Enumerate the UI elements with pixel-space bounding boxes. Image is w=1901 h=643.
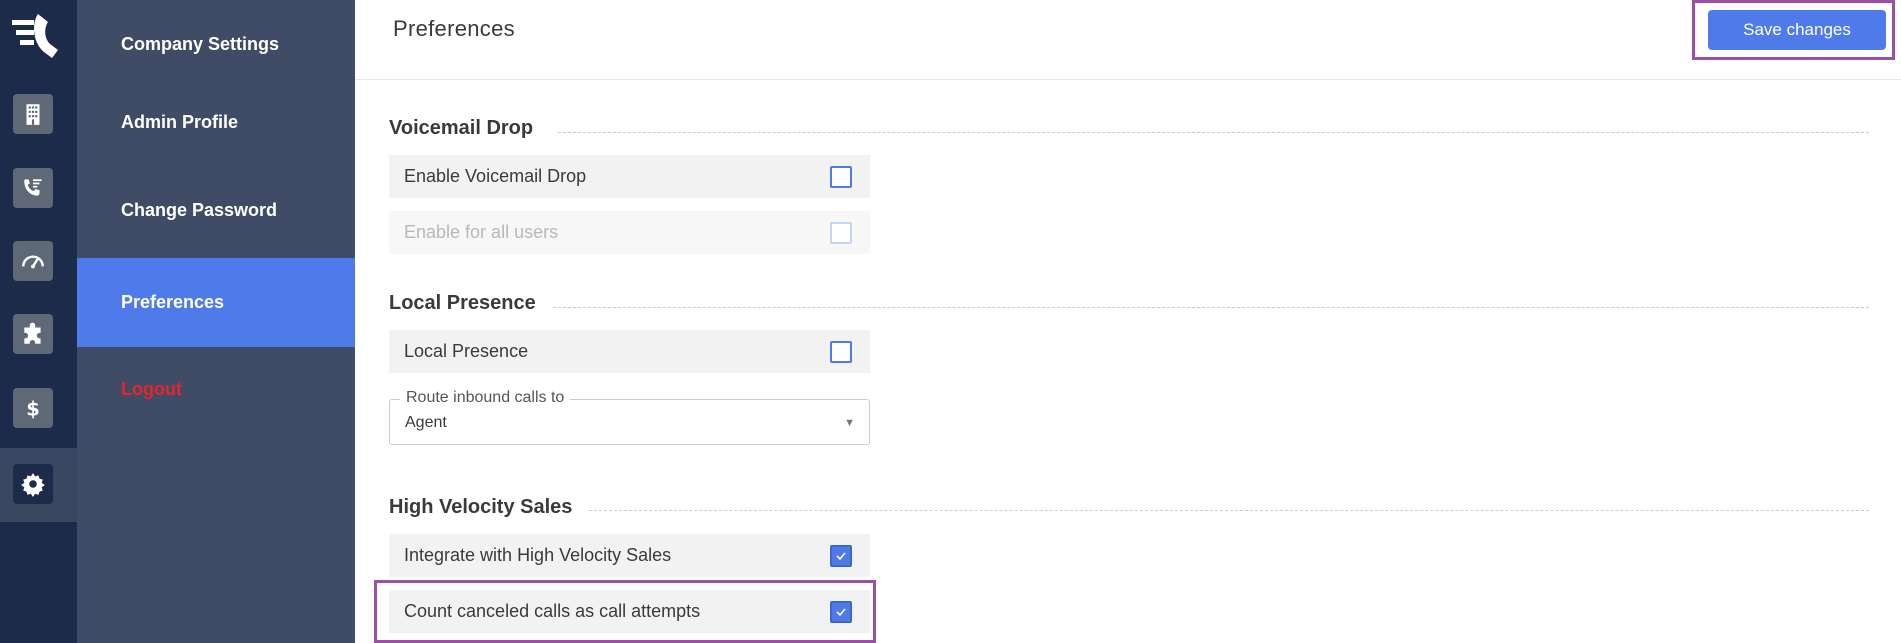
row-enable-voicemail-drop[interactable]: Enable Voicemail Drop bbox=[389, 155, 870, 198]
gauge-icon[interactable] bbox=[13, 241, 53, 281]
integrate-high-velocity-sales-checkbox[interactable] bbox=[830, 545, 852, 567]
save-changes-button[interactable]: Save changes bbox=[1708, 10, 1886, 50]
svg-text:$: $ bbox=[26, 398, 40, 421]
row-label: Enable Voicemail Drop bbox=[404, 166, 587, 186]
row-integrate-high-velocity-sales[interactable]: Integrate with High Velocity Sales bbox=[389, 534, 870, 577]
nav-item-company-settings[interactable]: Company Settings bbox=[77, 0, 355, 89]
section-divider bbox=[558, 132, 1869, 133]
building-icon[interactable] bbox=[13, 94, 53, 134]
gear-icon[interactable] bbox=[13, 464, 53, 504]
main-content: Preferences Save changes Voicemail Drop … bbox=[355, 0, 1901, 643]
route-inbound-calls-value: Agent bbox=[405, 414, 447, 431]
icon-rail: $ bbox=[0, 0, 77, 643]
row-label: Enable for all users bbox=[404, 222, 559, 242]
enable-voicemail-drop-checkbox[interactable] bbox=[830, 166, 852, 188]
row-count-canceled-calls[interactable]: Count canceled calls as call attempts bbox=[389, 590, 870, 633]
nav-item-change-password[interactable]: Change Password bbox=[77, 166, 355, 255]
row-local-presence[interactable]: Local Presence bbox=[389, 330, 870, 373]
section-title-high-velocity-sales: High Velocity Sales bbox=[389, 496, 573, 518]
section-divider bbox=[589, 510, 1869, 511]
page-title: Preferences bbox=[393, 16, 515, 41]
brand-logo-icon[interactable] bbox=[8, 8, 68, 62]
row-label: Count canceled calls as call attempts bbox=[404, 601, 701, 621]
row-label: Integrate with High Velocity Sales bbox=[404, 545, 672, 565]
route-inbound-calls-label: Route inbound calls to bbox=[400, 389, 571, 407]
section-divider bbox=[553, 307, 1869, 308]
route-inbound-calls-select[interactable]: Route inbound calls to Agent ▼ bbox=[389, 389, 870, 445]
checkmark-icon bbox=[836, 552, 846, 561]
nav-item-admin-profile[interactable]: Admin Profile bbox=[77, 78, 355, 167]
local-presence-checkbox[interactable] bbox=[830, 341, 852, 363]
checkmark-icon bbox=[836, 608, 846, 617]
dollar-icon[interactable]: $ bbox=[13, 388, 53, 428]
section-title-local-presence: Local Presence bbox=[389, 292, 536, 314]
puzzle-icon[interactable] bbox=[13, 314, 53, 354]
phone-list-icon[interactable] bbox=[13, 168, 53, 208]
nav-item-preferences[interactable]: Preferences bbox=[77, 258, 355, 347]
row-enable-for-all-users: Enable for all users bbox=[389, 211, 870, 254]
enable-for-all-users-checkbox bbox=[830, 222, 852, 244]
section-title-voicemail-drop: Voicemail Drop bbox=[389, 117, 534, 139]
page-header: Preferences Save changes bbox=[355, 0, 1901, 80]
nav-item-logout[interactable]: Logout bbox=[77, 345, 355, 434]
row-label: Local Presence bbox=[404, 341, 529, 361]
count-canceled-calls-checkbox[interactable] bbox=[830, 601, 852, 623]
settings-nav: Company Settings Admin Profile Change Pa… bbox=[77, 0, 355, 643]
chevron-down-icon: ▼ bbox=[844, 417, 855, 429]
